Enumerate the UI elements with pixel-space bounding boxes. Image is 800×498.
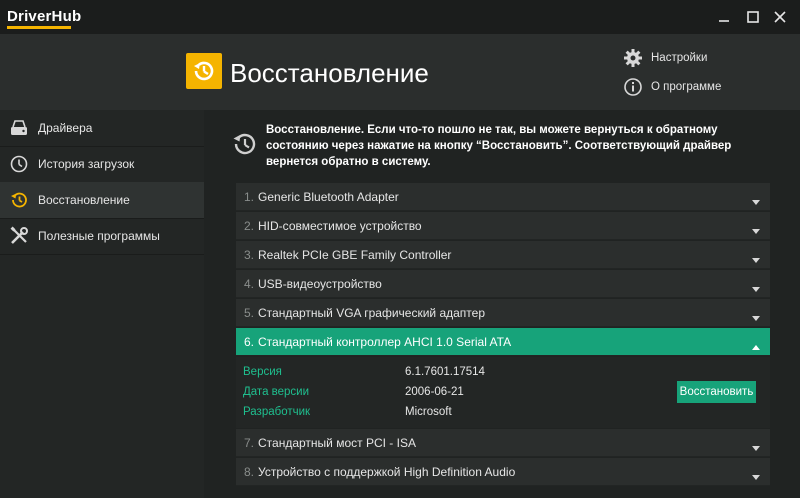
maximize-icon[interactable]	[745, 9, 761, 25]
clock-icon	[0, 155, 38, 173]
device-row[interactable]: 2. HID-совместимое устройство	[236, 212, 770, 240]
sidebar-item-restore[interactable]: Восстановление	[0, 182, 204, 218]
device-row[interactable]: 7. Стандартный мост PCI - ISA	[236, 429, 770, 457]
version-label: Версия	[243, 366, 282, 378]
device-row[interactable]: 8. Устройство с поддержкой High Definiti…	[236, 458, 770, 486]
device-row[interactable]: 1. Generic Bluetooth Adapter	[236, 183, 770, 211]
divider	[0, 254, 204, 255]
sidebar-header	[0, 34, 204, 110]
chevron-down-icon	[752, 222, 760, 240]
drive-icon	[0, 120, 38, 136]
chevron-down-icon	[752, 309, 760, 327]
restore-clock-icon	[0, 191, 38, 209]
about-label: О программе	[651, 81, 722, 93]
app-logo: DriverHub	[7, 8, 82, 25]
page-title: Восстановление	[230, 58, 429, 88]
date-value: 2006-06-21	[405, 386, 464, 398]
chevron-up-icon	[752, 338, 760, 356]
chevron-down-icon	[752, 251, 760, 269]
developer-label: Разработчик	[243, 406, 311, 418]
device-row-expanded[interactable]: 6. Стандартный контроллер AHCI 1.0 Seria…	[236, 328, 770, 356]
about-menu-item[interactable]: О программе	[615, 72, 800, 102]
chevron-down-icon	[752, 468, 760, 486]
settings-label: Настройки	[651, 52, 708, 64]
info-icon	[615, 77, 651, 97]
date-label: Дата версии	[243, 386, 310, 398]
sidebar-item-tools[interactable]: Полезные программы	[0, 218, 204, 254]
gear-icon	[615, 48, 651, 68]
chevron-down-icon	[752, 193, 760, 211]
info-description: Восстановление. Если что-то пошло не так…	[266, 124, 732, 168]
minimize-icon[interactable]	[716, 9, 732, 25]
version-value: 6.1.7601.17514	[405, 366, 485, 378]
developer-value: Microsoft	[405, 406, 452, 418]
close-icon[interactable]	[772, 9, 788, 25]
sidebar-item-history[interactable]: История загрузок	[0, 146, 204, 182]
device-row[interactable]: 4. USB-видеоустройство	[236, 270, 770, 298]
tools-icon	[0, 226, 38, 246]
title-bar: DriverHub	[0, 0, 800, 34]
sidebar-item-drivers[interactable]: Драйвера	[0, 110, 204, 146]
chevron-down-icon	[752, 280, 760, 298]
logo-underline	[7, 26, 71, 29]
device-row[interactable]: 3. Realtek PCIe GBE Family Controller	[236, 241, 770, 269]
settings-menu-item[interactable]: Настройки	[615, 43, 800, 73]
restore-clock-icon	[230, 130, 258, 163]
restore-button[interactable]: Восстановить	[677, 381, 756, 403]
chevron-down-icon	[752, 439, 760, 457]
restore-clock-icon	[186, 53, 222, 89]
device-row[interactable]: 5. Стандартный VGA графический адаптер	[236, 299, 770, 327]
